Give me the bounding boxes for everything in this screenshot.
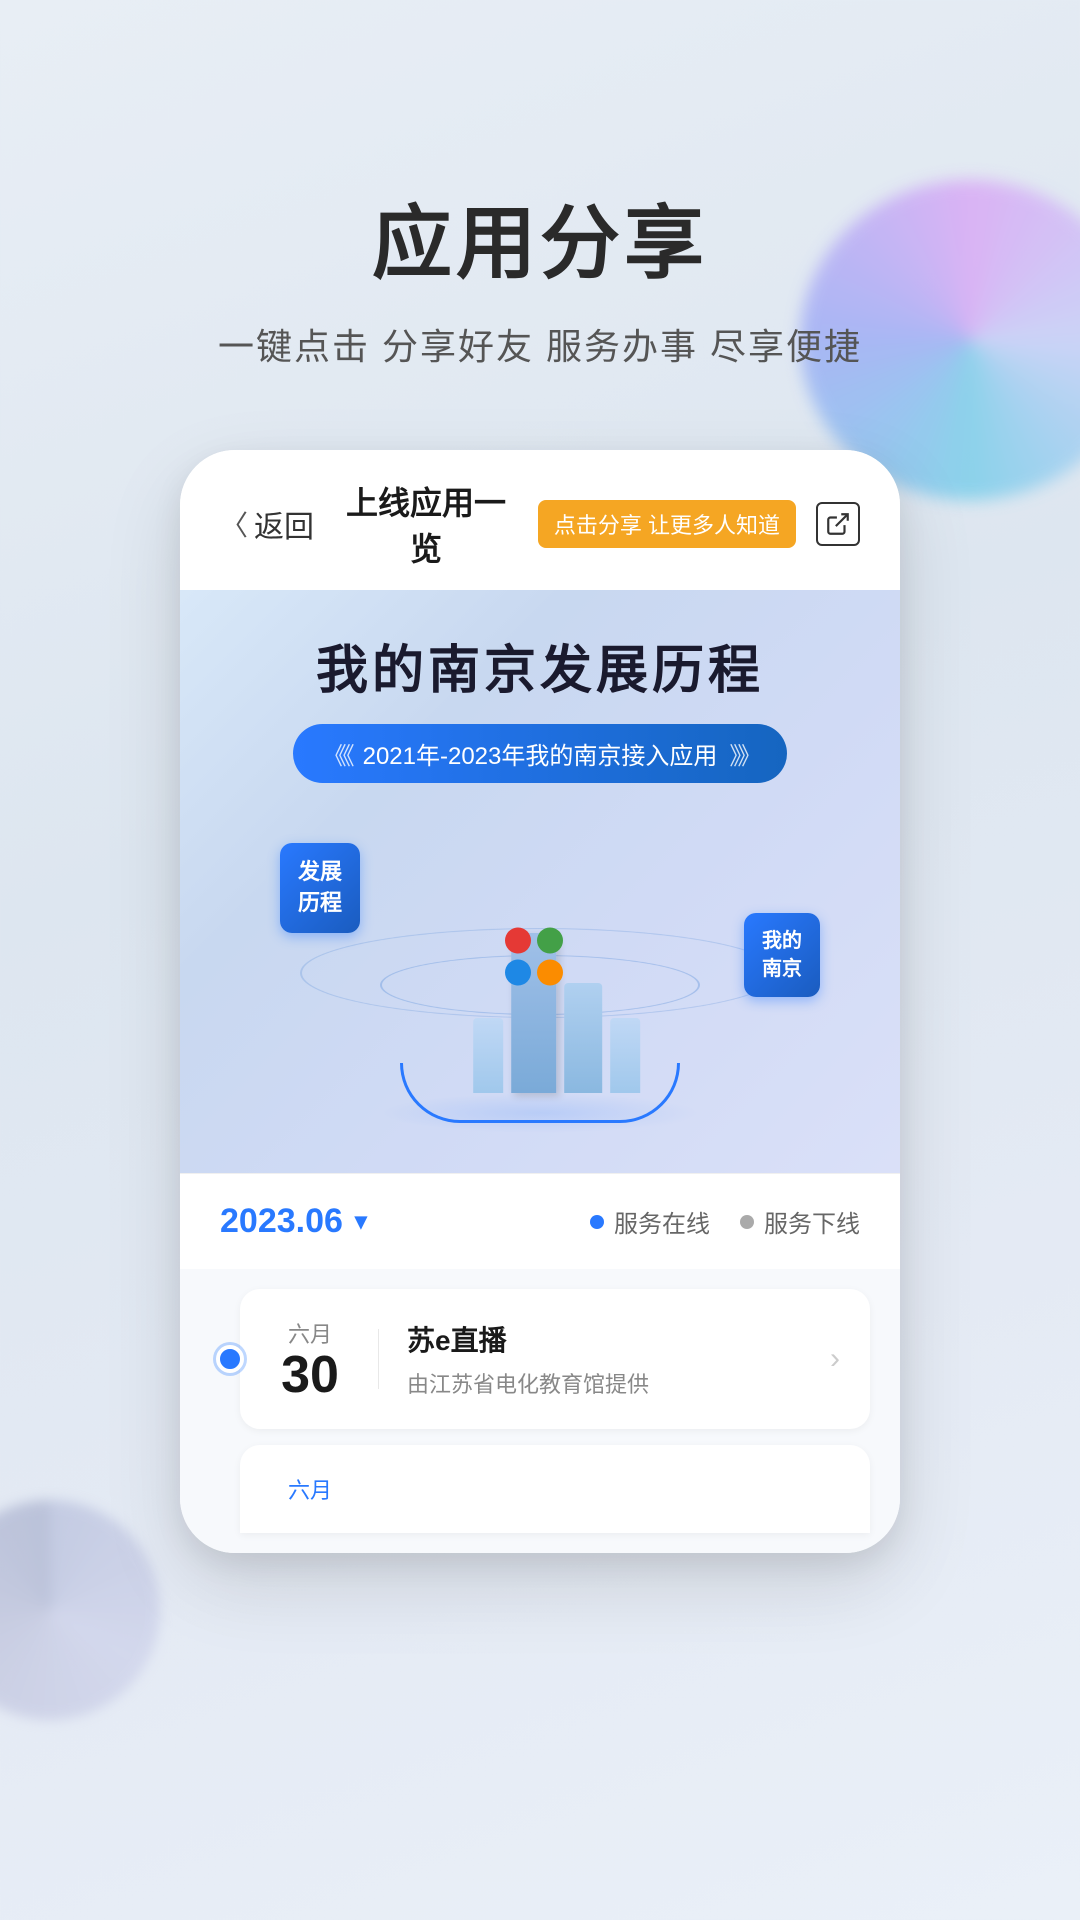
- float-label-right-text: 我的南京: [762, 930, 802, 980]
- progress-dot: [216, 1345, 244, 1373]
- list-content-1: 苏e直播 由江苏省电化教育馆提供: [407, 1319, 802, 1399]
- share-badge[interactable]: 点击分享 让更多人知道: [538, 500, 796, 548]
- month-label-2: 六月: [270, 1473, 350, 1505]
- day-number-1: 30: [270, 1349, 350, 1401]
- petal-red: [505, 928, 531, 954]
- float-label-left-text: 发展历程: [298, 859, 342, 915]
- float-label-right: 我的南京: [744, 913, 820, 997]
- date-selector[interactable]: 2023.06 ▾: [220, 1202, 367, 1241]
- logo-petals: [505, 928, 565, 988]
- petal-blue: [505, 960, 531, 986]
- date-block-2: 六月: [270, 1473, 350, 1505]
- page-title: 上线应用一览: [334, 478, 518, 570]
- legend-offline-label: 服务下线: [764, 1204, 860, 1239]
- building-short: [473, 1018, 503, 1093]
- date-block-1: 六月 30: [270, 1317, 350, 1401]
- legend-offline: 服务下线: [740, 1204, 860, 1239]
- legend-online: 服务在线: [590, 1204, 710, 1239]
- list-chevron-1: ›: [830, 1342, 840, 1376]
- month-label-1: 六月: [270, 1317, 350, 1349]
- phone-top-bar: 〈 返回 上线应用一览 点击分享 让更多人知道: [180, 450, 900, 590]
- phone-mockup: 〈 返回 上线应用一览 点击分享 让更多人知道 我的南京发展历程 《《 2021…: [180, 450, 900, 1553]
- badge-text: 2021年-2023年我的南京接入应用: [363, 736, 718, 771]
- list-item-sub-1: 由江苏省电化教育馆提供: [407, 1367, 802, 1399]
- list-card-1[interactable]: 六月 30 苏e直播 由江苏省电化教育馆提供 ›: [240, 1289, 870, 1429]
- subtitle: 一键点击 分享好友 服务办事 尽享便捷: [0, 318, 1080, 370]
- share-icon[interactable]: [816, 502, 860, 546]
- petal-green: [537, 928, 563, 954]
- phone-container: 〈 返回 上线应用一览 点击分享 让更多人知道 我的南京发展历程 《《 2021…: [0, 450, 1080, 1553]
- legend-dot-online: [590, 1215, 604, 1229]
- divider-1: [378, 1329, 379, 1389]
- back-label: 返回: [254, 502, 314, 546]
- reflection-base: [380, 1093, 700, 1133]
- hero-banner: 我的南京发展历程 《《 2021年-2023年我的南京接入应用 》》: [180, 590, 900, 1173]
- badge-arrows-left: 《《: [323, 736, 351, 771]
- list-section: 六月 30 苏e直播 由江苏省电化教育馆提供 › 六月: [180, 1269, 900, 1553]
- list-card-2-partial[interactable]: 六月: [240, 1445, 870, 1533]
- list-item-wrapper: 六月 30 苏e直播 由江苏省电化教育馆提供 ›: [210, 1289, 870, 1429]
- hero-subtitle-badge: 《《 2021年-2023年我的南京接入应用 》》: [293, 724, 788, 783]
- hero-title: 我的南京发展历程: [316, 640, 764, 702]
- header-section: 应用分享 一键点击 分享好友 服务办事 尽享便捷: [0, 0, 1080, 370]
- legend-dot-offline: [740, 1215, 754, 1229]
- building-mid: [564, 983, 602, 1093]
- list-item-wrapper-2: 六月: [210, 1445, 870, 1533]
- hero-scene: 发展历程 我的南京: [220, 813, 860, 1133]
- date-value: 2023.06: [220, 1202, 343, 1241]
- back-chevron-icon: 〈: [220, 504, 248, 544]
- legend-online-label: 服务在线: [614, 1204, 710, 1239]
- petal-orange: [537, 960, 563, 986]
- float-label-left: 发展历程: [280, 843, 360, 933]
- legend: 服务在线 服务下线: [590, 1204, 860, 1239]
- badge-arrows-right: 》》: [729, 736, 757, 771]
- building-short2: [610, 1018, 640, 1093]
- center-logo: [505, 928, 575, 998]
- dropdown-arrow-icon: ▾: [355, 1207, 367, 1236]
- stats-section: 2023.06 ▾ 服务在线 服务下线: [180, 1173, 900, 1269]
- main-title: 应用分享: [0, 200, 1080, 288]
- back-button[interactable]: 〈 返回: [220, 502, 314, 546]
- list-item-title-1: 苏e直播: [407, 1319, 802, 1359]
